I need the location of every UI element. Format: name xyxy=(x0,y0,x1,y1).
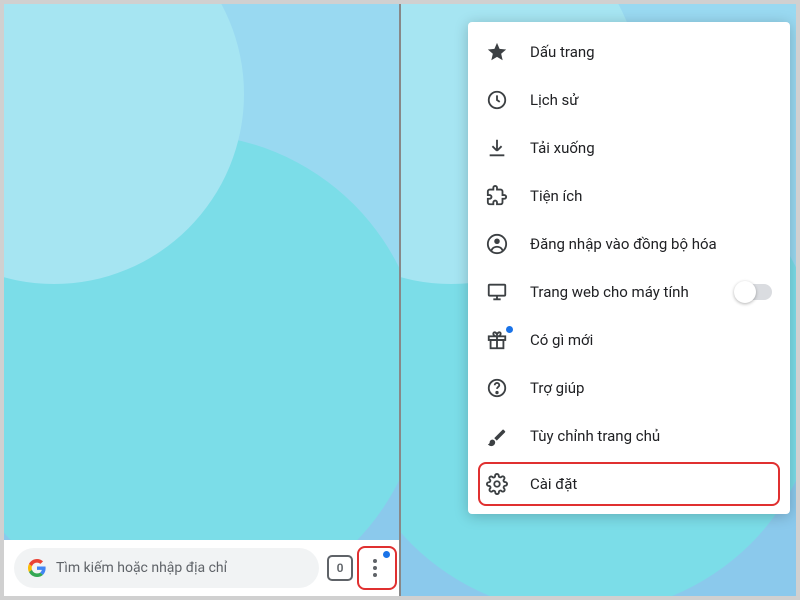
menu-label: Có gì mới xyxy=(530,331,772,349)
desktop-icon xyxy=(486,281,508,303)
menu-label: Lịch sử xyxy=(530,91,772,109)
menu-item-downloads[interactable]: Tải xuống xyxy=(468,124,790,172)
menu-item-bookmarks[interactable]: Dấu trang xyxy=(468,28,790,76)
tab-count: 0 xyxy=(337,561,344,575)
screenshot-frame: Tìm kiếm hoặc nhập địa chỉ 0 xyxy=(0,0,800,600)
google-icon xyxy=(28,559,46,577)
right-pane: Dấu trang Lịch sử Tải xuống Tiện ích xyxy=(401,4,796,596)
overflow-menu: Dấu trang Lịch sử Tải xuống Tiện ích xyxy=(468,22,790,514)
menu-label: Tiện ích xyxy=(530,187,772,205)
brush-icon xyxy=(486,425,508,447)
bottom-address-bar: Tìm kiếm hoặc nhập địa chỉ 0 xyxy=(4,540,399,596)
menu-item-history[interactable]: Lịch sử xyxy=(468,76,790,124)
menu-label: Tùy chỉnh trang chủ xyxy=(530,427,772,445)
more-vert-icon xyxy=(373,559,377,577)
desktop-site-toggle[interactable] xyxy=(736,284,772,300)
menu-label: Trang web cho máy tính xyxy=(530,283,714,301)
tab-switcher-button[interactable]: 0 xyxy=(327,555,353,581)
menu-item-customize-home[interactable]: Tùy chỉnh trang chủ xyxy=(468,412,790,460)
wallpaper xyxy=(4,4,399,596)
gift-icon xyxy=(486,329,508,351)
menu-label: Tải xuống xyxy=(530,139,772,157)
menu-label: Dấu trang xyxy=(530,43,772,61)
menu-item-sync[interactable]: Đăng nhập vào đồng bộ hóa xyxy=(468,220,790,268)
menu-label: Đăng nhập vào đồng bộ hóa xyxy=(530,235,772,253)
menu-label: Cài đặt xyxy=(530,475,772,493)
download-icon xyxy=(486,137,508,159)
account-icon xyxy=(486,233,508,255)
menu-item-settings[interactable]: Cài đặt xyxy=(468,460,790,508)
search-input[interactable]: Tìm kiếm hoặc nhập địa chỉ xyxy=(14,548,319,588)
menu-item-help[interactable]: Trợ giúp xyxy=(468,364,790,412)
clock-icon xyxy=(486,89,508,111)
menu-item-extensions[interactable]: Tiện ích xyxy=(468,172,790,220)
help-icon xyxy=(486,377,508,399)
left-pane: Tìm kiếm hoặc nhập địa chỉ 0 xyxy=(4,4,399,596)
notification-dot xyxy=(506,326,513,333)
gear-icon xyxy=(486,473,508,495)
more-menu-button[interactable] xyxy=(361,553,389,583)
notification-dot xyxy=(383,551,390,558)
search-placeholder: Tìm kiếm hoặc nhập địa chỉ xyxy=(56,560,227,576)
menu-item-desktop-site[interactable]: Trang web cho máy tính xyxy=(468,268,790,316)
menu-label: Trợ giúp xyxy=(530,379,772,397)
puzzle-icon xyxy=(486,185,508,207)
menu-item-settings-wrap: Cài đặt xyxy=(468,460,790,508)
star-icon xyxy=(486,41,508,63)
menu-item-whatsnew[interactable]: Có gì mới xyxy=(468,316,790,364)
